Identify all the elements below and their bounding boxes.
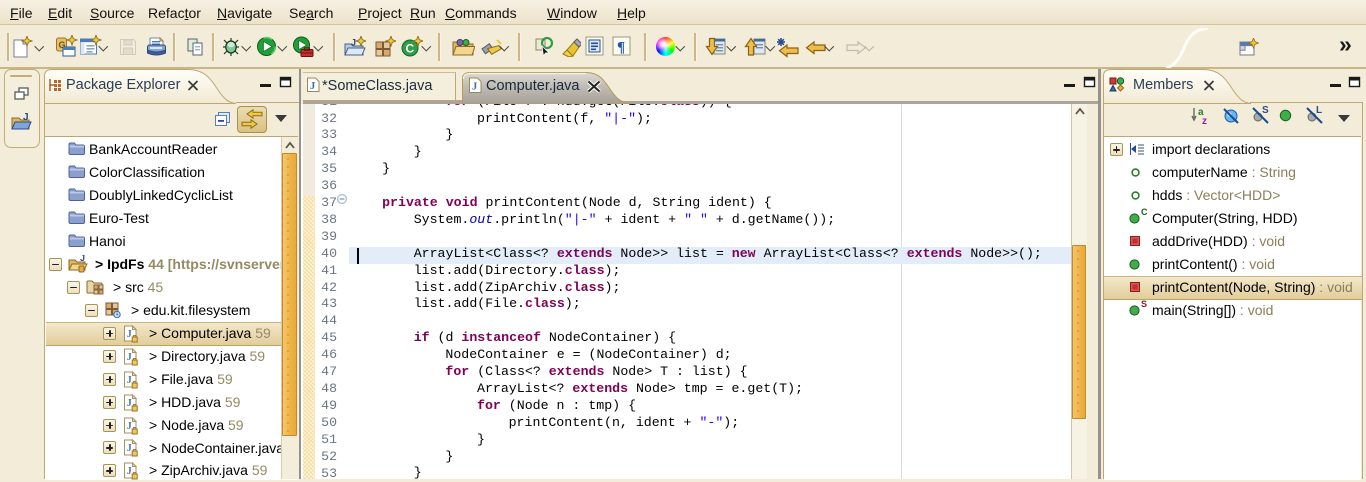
svg-text:J: J bbox=[472, 82, 477, 93]
svg-text:J: J bbox=[127, 443, 132, 454]
svg-text:J: J bbox=[127, 375, 132, 386]
svg-text:J: J bbox=[127, 352, 132, 363]
svg-text:J: J bbox=[127, 466, 132, 477]
svg-text:J: J bbox=[23, 112, 29, 123]
svg-text:J: J bbox=[127, 421, 132, 432]
svg-text:J: J bbox=[310, 81, 315, 92]
svg-text:z: z bbox=[1202, 116, 1207, 126]
svg-text:J: J bbox=[127, 398, 132, 409]
svg-text:C: C bbox=[406, 42, 415, 56]
svg-text:J: J bbox=[80, 255, 85, 263]
svg-text:¶: ¶ bbox=[617, 40, 625, 56]
svg-text:L: L bbox=[1316, 105, 1322, 116]
svg-text:S: S bbox=[1262, 105, 1269, 116]
svg-text:J: J bbox=[127, 329, 132, 340]
svg-text:J: J bbox=[351, 38, 356, 48]
